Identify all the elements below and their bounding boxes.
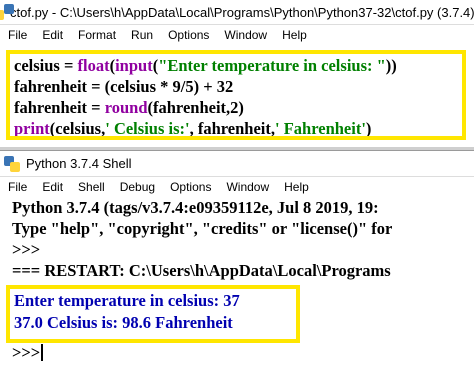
menu-help[interactable]: Help — [282, 28, 307, 42]
shell-menubar: File Edit Shell Debug Options Window Hel… — [0, 177, 474, 197]
menu-format[interactable]: Format — [78, 28, 116, 42]
shell-output[interactable]: Python 3.7.4 (tags/v3.7.4:e09359112e, Ju… — [0, 197, 474, 281]
menu-options[interactable]: Options — [168, 28, 209, 42]
menu-edit[interactable]: Edit — [42, 180, 63, 194]
editor-window: ctof.py - C:\Users\h\AppData\Local\Progr… — [0, 0, 474, 150]
shell-line: Type "help", "copyright", "credits" or "… — [12, 219, 393, 238]
shell-line: Python 3.7.4 (tags/v3.7.4:e09359112e, Ju… — [12, 198, 379, 217]
shell-titlebar[interactable]: Python 3.7.4 Shell — [0, 151, 474, 177]
editor-title: ctof.py - C:\Users\h\AppData\Local\Progr… — [10, 4, 474, 20]
menu-run[interactable]: Run — [131, 28, 153, 42]
code-line-3: fahrenheit = round(fahrenheit,2) — [14, 98, 244, 117]
menu-window[interactable]: Window — [226, 180, 269, 194]
menu-edit[interactable]: Edit — [42, 28, 63, 42]
code-editor[interactable]: celsius = float(input("Enter temperature… — [6, 50, 466, 140]
shell-prompt[interactable]: >>> — [12, 343, 44, 363]
shell-line: >>> — [12, 240, 41, 259]
program-output-highlight: Enter temperature in celsius: 37 37.0 Ce… — [6, 285, 300, 343]
menu-debug[interactable]: Debug — [120, 180, 155, 194]
menu-options[interactable]: Options — [170, 180, 211, 194]
text-cursor — [41, 344, 44, 361]
code-line-2: fahrenheit = (celsius * 9/5) + 32 — [14, 77, 234, 96]
code-line-1: celsius = float(input("Enter temperature… — [14, 56, 397, 75]
shell-title: Python 3.7.4 Shell — [26, 156, 132, 171]
editor-menubar: File Edit Format Run Options Window Help — [0, 25, 474, 45]
menu-shell[interactable]: Shell — [78, 180, 105, 194]
menu-file[interactable]: File — [8, 180, 27, 194]
output-line: Enter temperature in celsius: 37 — [14, 291, 240, 310]
shell-line: === RESTART: C:\Users\h\AppData\Local\Pr… — [12, 261, 391, 280]
code-line-4: print(celsius,' Celsius is:', fahrenheit… — [14, 119, 372, 138]
menu-window[interactable]: Window — [224, 28, 267, 42]
output-line: 37.0 Celsius is: 98.6 Fahrenheit — [14, 313, 233, 332]
menu-help[interactable]: Help — [284, 180, 309, 194]
editor-titlebar[interactable]: ctof.py - C:\Users\h\AppData\Local\Progr… — [0, 0, 474, 25]
menu-file[interactable]: File — [8, 28, 27, 42]
python-icon — [4, 155, 20, 172]
